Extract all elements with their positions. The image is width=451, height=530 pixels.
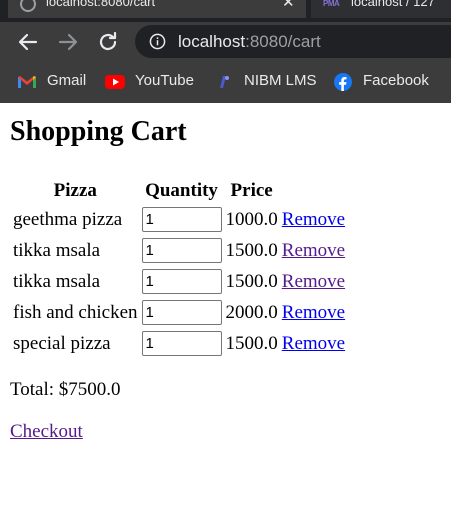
item-price: 1500.0 bbox=[225, 332, 278, 354]
quantity-input[interactable] bbox=[141, 207, 222, 232]
item-price: 2000.0 bbox=[225, 301, 278, 323]
action-cell: Remove bbox=[281, 236, 346, 265]
forward-button[interactable] bbox=[56, 30, 80, 54]
column-header-action bbox=[281, 178, 346, 203]
url-host: localhost bbox=[178, 32, 246, 51]
column-header-pizza: Pizza bbox=[53, 179, 97, 201]
quantity-cell bbox=[141, 298, 223, 327]
item-name: tikka msala bbox=[13, 270, 101, 292]
bookmark-label: NIBM LMS bbox=[244, 72, 317, 89]
remove-link[interactable]: Remove bbox=[282, 302, 345, 323]
phpmyadmin-icon: PMA bbox=[323, 0, 340, 8]
action-cell: Remove bbox=[281, 298, 346, 327]
action-cell: Remove bbox=[281, 205, 346, 234]
tab-phpmyadmin[interactable]: PMA localhost / 127 bbox=[311, 0, 451, 18]
table-row: fish and chicken 2000.0 Remove bbox=[12, 298, 346, 327]
back-button[interactable] bbox=[16, 30, 40, 54]
table-header-row: Pizza Quantity Price bbox=[12, 178, 346, 203]
url-path: :8080/cart bbox=[245, 32, 321, 51]
action-cell: Remove bbox=[281, 329, 346, 358]
cart-total: Total: $7500.0 bbox=[10, 379, 121, 400]
item-name: tikka msala bbox=[13, 239, 101, 261]
bookmark-label: Gmail bbox=[47, 72, 87, 89]
remove-link[interactable]: Remove bbox=[282, 333, 345, 354]
quantity-input[interactable] bbox=[141, 300, 222, 325]
remove-link[interactable]: Remove bbox=[282, 271, 345, 292]
globe-icon bbox=[20, 0, 36, 12]
quantity-input[interactable] bbox=[141, 269, 222, 294]
reload-button[interactable] bbox=[96, 30, 120, 54]
page-content: Shopping Cart Pizza Quantity Price geeth… bbox=[0, 103, 451, 530]
browser-toolbar: localhost:8080/cart bbox=[0, 22, 451, 62]
site-info-icon[interactable] bbox=[149, 33, 166, 50]
column-header-price: Price bbox=[230, 179, 273, 201]
action-cell: Remove bbox=[281, 267, 346, 296]
table-row: geethma pizza 1000.0 Remove bbox=[12, 205, 346, 234]
tab-title: localhost:8080/cart bbox=[46, 0, 156, 9]
forward-arrow-icon bbox=[58, 33, 78, 51]
tab-strip: localhost:8080/cart ✕ PMA localhost / 12… bbox=[0, 0, 451, 22]
item-name: geethma pizza bbox=[13, 208, 123, 230]
url-text: localhost:8080/cart bbox=[178, 32, 321, 52]
bookmark-label: YouTube bbox=[135, 72, 194, 89]
browser-chrome: localhost:8080/cart ✕ PMA localhost / 12… bbox=[0, 0, 451, 103]
checkout-link[interactable]: Checkout bbox=[10, 421, 83, 443]
nibm-lms-icon bbox=[220, 76, 229, 88]
item-name: fish and chicken bbox=[13, 301, 138, 323]
table-row: tikka msala 1500.0 Remove bbox=[12, 267, 346, 296]
quantity-cell bbox=[141, 236, 223, 265]
address-bar[interactable]: localhost:8080/cart bbox=[135, 25, 451, 58]
quantity-cell bbox=[141, 205, 223, 234]
column-header-quantity: Quantity bbox=[145, 179, 218, 201]
remove-link[interactable]: Remove bbox=[282, 240, 345, 261]
tab-title: localhost / 127 bbox=[351, 0, 435, 9]
item-name: special pizza bbox=[13, 332, 111, 354]
gmail-icon bbox=[18, 76, 36, 88]
facebook-icon bbox=[334, 73, 352, 91]
quantity-input[interactable] bbox=[141, 331, 222, 356]
back-arrow-icon bbox=[18, 33, 38, 51]
table-row: special pizza 1500.0 Remove bbox=[12, 329, 346, 358]
quantity-cell bbox=[141, 329, 223, 358]
item-price: 1000.0 bbox=[225, 208, 278, 230]
youtube-icon bbox=[105, 75, 125, 89]
bookmark-label: Facebook bbox=[363, 72, 429, 89]
close-tab-icon[interactable]: ✕ bbox=[282, 0, 295, 11]
item-price: 1500.0 bbox=[225, 239, 278, 261]
quantity-cell bbox=[141, 267, 223, 296]
tab-cart[interactable]: localhost:8080/cart ✕ bbox=[8, 0, 306, 18]
remove-link[interactable]: Remove bbox=[282, 209, 345, 230]
item-price: 1500.0 bbox=[225, 270, 278, 292]
table-row: tikka msala 1500.0 Remove bbox=[12, 236, 346, 265]
bookmarks-bar: Gmail YouTube NIBM LMS Facebook bbox=[0, 62, 451, 103]
cart-table: Pizza Quantity Price geethma pizza 1000.… bbox=[10, 176, 348, 360]
reload-icon bbox=[99, 31, 117, 51]
page-title: Shopping Cart bbox=[10, 116, 187, 147]
quantity-input[interactable] bbox=[141, 238, 222, 263]
